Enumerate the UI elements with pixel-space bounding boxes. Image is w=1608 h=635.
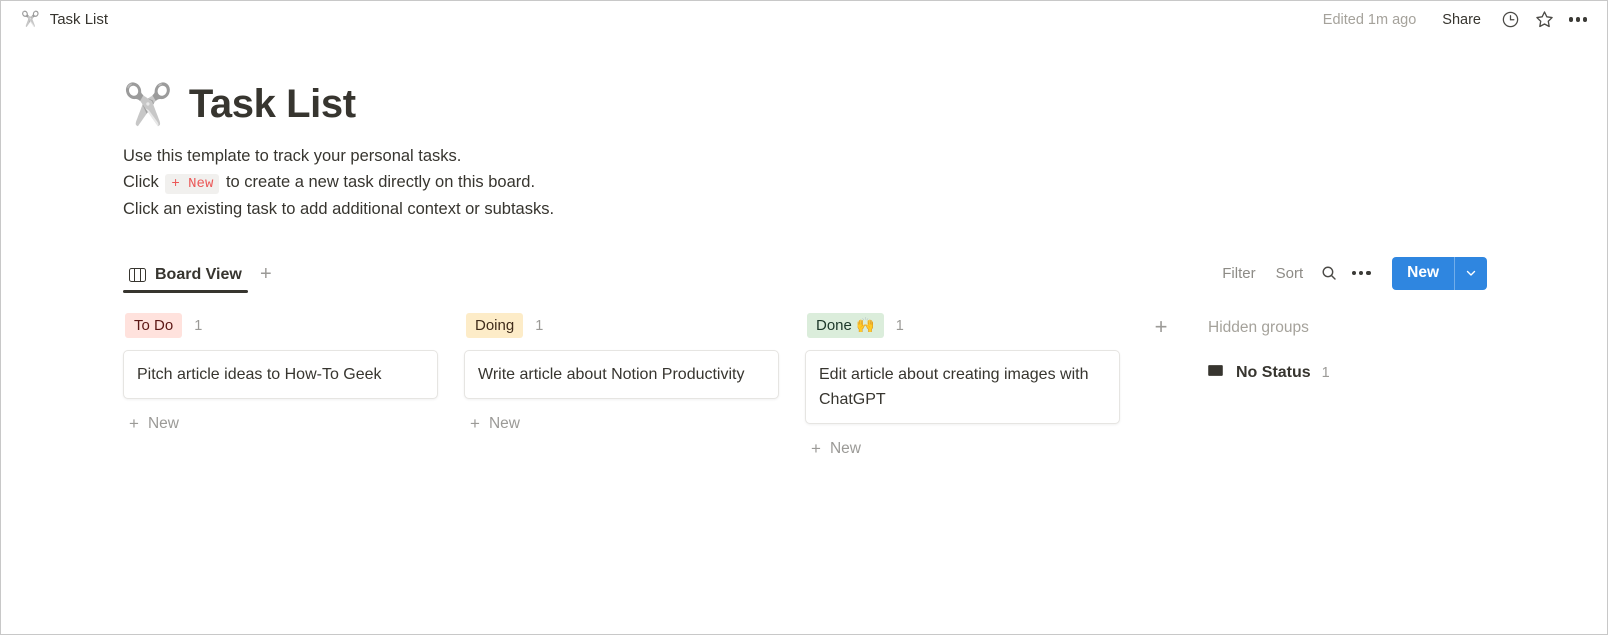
add-card-label: New	[829, 439, 861, 457]
description-line-3: Click an existing task to add additional…	[123, 200, 555, 218]
hidden-group-count: 1	[1321, 364, 1330, 381]
status-badge: Doing	[466, 313, 524, 338]
task-card[interactable]: Edit article about creating images with …	[805, 349, 1120, 424]
scissors-icon[interactable]: ✂️	[123, 85, 173, 125]
edited-timestamp: Edited 1m ago	[1322, 11, 1417, 28]
view-toolbar-actions: Filter Sort New	[1213, 256, 1487, 290]
star-icon[interactable]	[1527, 5, 1561, 35]
tab-board-view[interactable]: Board View	[123, 260, 248, 293]
new-item-button[interactable]: New	[1392, 256, 1487, 290]
add-group-button[interactable]: +	[1146, 312, 1176, 342]
plus-icon: +	[811, 439, 821, 458]
column-cards: Pitch article ideas to How-To Geek	[123, 349, 438, 399]
page-description: Use this template to track your personal…	[123, 144, 1487, 223]
column-header[interactable]: To Do 1	[123, 309, 438, 343]
breadcrumb[interactable]: ✂️ Task List	[21, 11, 108, 28]
column-count: 1	[895, 317, 904, 334]
description-line-2-before: Click	[123, 172, 159, 191]
task-card[interactable]: Write article about Notion Productivity	[464, 349, 779, 399]
scissors-icon: ✂️	[21, 11, 40, 28]
task-card-title: Pitch article ideas to How-To Geek	[137, 365, 382, 383]
hidden-group-no-status[interactable]: No Status 1	[1198, 357, 1338, 389]
add-card-button[interactable]: + New	[123, 411, 185, 437]
view-more-options-icon[interactable]	[1346, 259, 1376, 287]
add-card-button[interactable]: + New	[464, 411, 526, 437]
content-container: ✂️ Task List Use this template to track …	[1, 82, 1607, 462]
column-count: 1	[194, 317, 203, 334]
new-item-label[interactable]: New	[1392, 257, 1454, 290]
description-line-1: Use this template to track your personal…	[123, 147, 462, 165]
add-card-label: New	[147, 414, 179, 432]
task-card-title: Edit article about creating images with …	[819, 365, 1089, 408]
column-header[interactable]: Doing 1	[464, 309, 779, 343]
task-card[interactable]: Pitch article ideas to How-To Geek	[123, 349, 438, 399]
add-card-label: New	[488, 414, 520, 432]
column-cards: Edit article about creating images with …	[805, 349, 1120, 424]
hidden-groups-title: Hidden groups	[1208, 318, 1309, 336]
top-bar-actions: Edited 1m ago Share	[1309, 5, 1595, 35]
top-bar: ✂️ Task List Edited 1m ago Share	[1, 1, 1607, 38]
inbox-icon	[1206, 361, 1225, 385]
breadcrumb-title[interactable]: Task List	[50, 11, 108, 28]
page-title[interactable]: Task List	[189, 82, 356, 127]
view-tabs: Board View +	[123, 260, 280, 293]
add-card-button[interactable]: + New	[805, 436, 867, 462]
share-button[interactable]: Share	[1430, 8, 1493, 32]
column-header[interactable]: Done 🙌 1	[805, 309, 1120, 343]
status-badge: Done 🙌	[807, 313, 884, 338]
page-body: ✂️ Task List Use this template to track …	[1, 38, 1607, 462]
description-line-2: Click + New to create a new task directl…	[123, 170, 1487, 198]
view-tab-label: Board View	[155, 265, 242, 283]
board-columns: To Do 1 Pitch article ideas to How-To Ge…	[123, 309, 1487, 462]
more-options-icon[interactable]	[1561, 5, 1595, 35]
history-clock-icon[interactable]	[1493, 5, 1527, 35]
column-count: 1	[535, 317, 544, 334]
inline-code-new: + New	[165, 173, 220, 194]
board-column-to-do: To Do 1 Pitch article ideas to How-To Ge…	[123, 309, 464, 437]
sort-button[interactable]: Sort	[1267, 260, 1313, 287]
view-toolbar: Board View + Filter Sort New	[123, 253, 1487, 293]
chevron-down-icon[interactable]	[1455, 257, 1487, 290]
dots-glyph	[1568, 17, 1588, 22]
dots-glyph	[1351, 270, 1371, 276]
search-icon[interactable]	[1314, 259, 1344, 287]
hidden-group-name: No Status	[1236, 363, 1311, 381]
column-cards: Write article about Notion Productivity	[464, 349, 779, 399]
filter-button[interactable]: Filter	[1213, 260, 1264, 287]
board-column-done: Done 🙌 1 Edit article about creating ima…	[805, 309, 1146, 462]
board-column-doing: Doing 1 Write article about Notion Produ…	[464, 309, 805, 437]
task-card-title: Write article about Notion Productivity	[478, 365, 745, 383]
page-title-row: ✂️ Task List	[123, 82, 1487, 127]
hidden-groups-section: Hidden groups No Status 1	[1198, 309, 1338, 389]
description-line-2-after: to create a new task directly on this bo…	[225, 172, 536, 191]
status-badge: To Do	[125, 313, 183, 338]
board-view-icon	[129, 267, 146, 282]
add-view-button[interactable]: +	[252, 260, 280, 288]
plus-icon: +	[129, 414, 139, 433]
notion-page-window: ✂️ Task List Edited 1m ago Share ✂️ Task…	[0, 0, 1608, 635]
plus-icon: +	[470, 414, 480, 433]
